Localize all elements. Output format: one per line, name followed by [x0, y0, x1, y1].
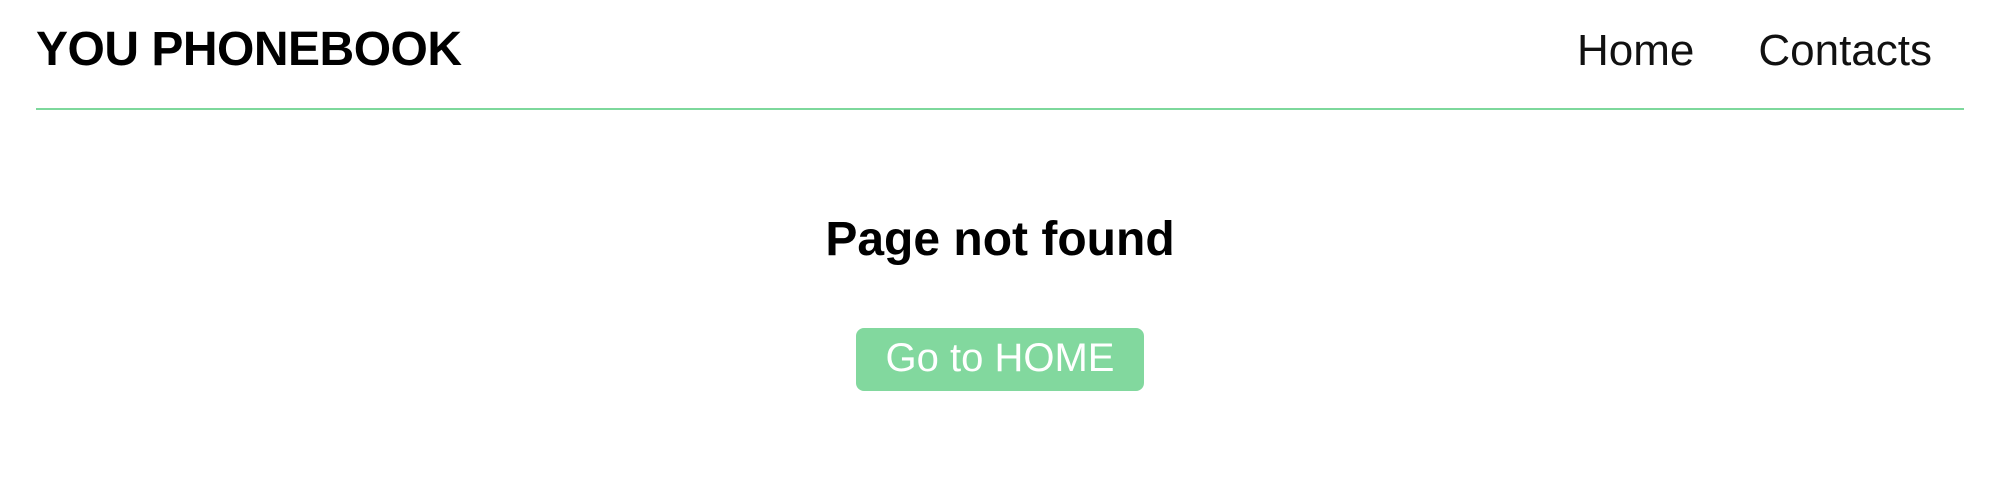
site-logo[interactable]: YOU PHONEBOOK [36, 22, 462, 77]
home-button-container: Go to HOME [0, 328, 2000, 391]
site-header: YOU PHONEBOOK Home Contacts [36, 0, 1964, 110]
main-nav: Home Contacts [1577, 26, 1932, 76]
page-title: Page not found [825, 213, 1175, 266]
nav-link-contacts[interactable]: Contacts [1758, 26, 1932, 76]
not-found-content: Page not found Go to HOME [0, 110, 2000, 391]
go-home-button[interactable]: Go to HOME [855, 328, 1145, 391]
nav-link-home[interactable]: Home [1577, 26, 1694, 76]
